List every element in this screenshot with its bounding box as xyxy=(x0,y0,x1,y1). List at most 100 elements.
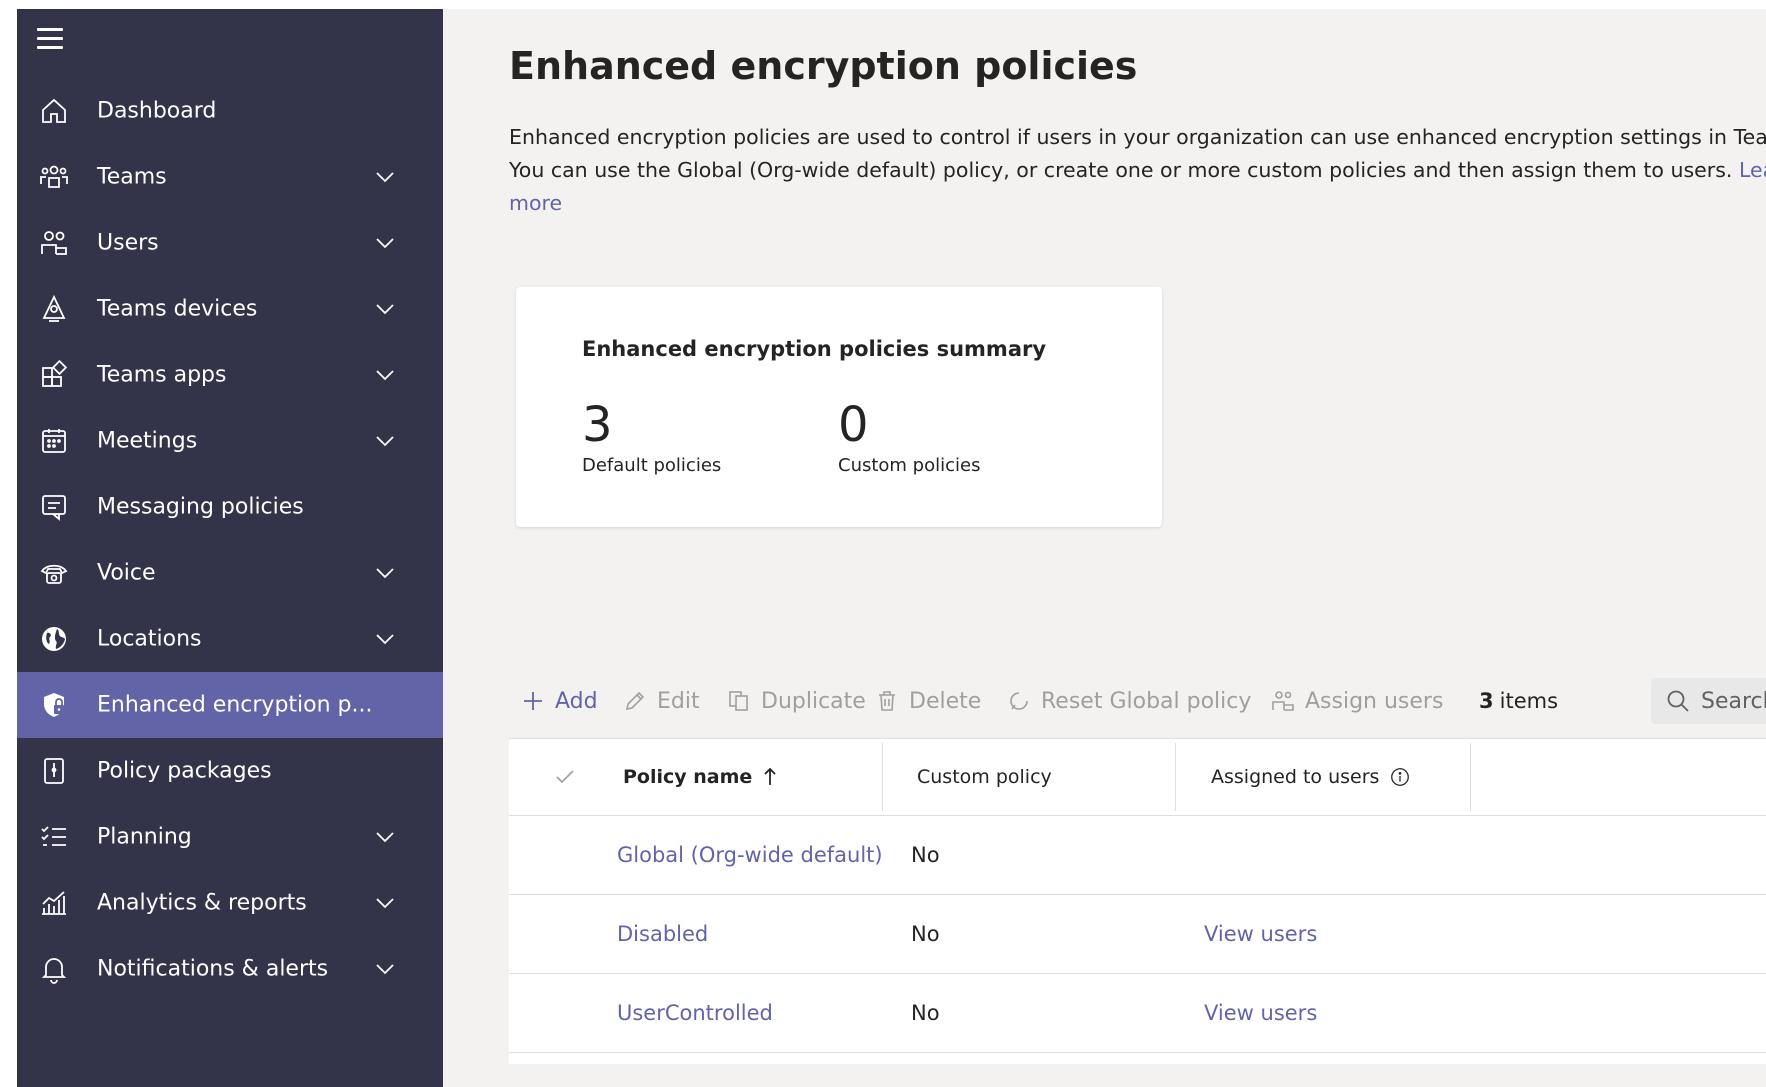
users-icon xyxy=(1272,691,1294,711)
column-divider xyxy=(1470,743,1471,811)
description-line-1: Enhanced encryption policies are used to… xyxy=(509,125,1766,149)
reset-icon xyxy=(1010,692,1028,710)
table-row[interactable]: Global (Org-wide default) No xyxy=(509,816,1766,895)
custom-policy-value: No xyxy=(911,922,940,946)
items-count-number: 3 xyxy=(1479,689,1494,713)
sidebar-item-teams-apps[interactable]: Teams apps xyxy=(17,342,443,408)
table-row[interactable]: UserControlled No View users xyxy=(509,974,1766,1053)
table-row[interactable]: Disabled No View users xyxy=(509,895,1766,974)
checklist-icon xyxy=(37,820,71,854)
select-all-checkbox[interactable] xyxy=(553,739,577,815)
reset-global-policy-button[interactable]: Reset Global policy xyxy=(1007,664,1251,738)
chevron-down-icon[interactable] xyxy=(373,429,397,453)
chevron-down-icon[interactable] xyxy=(373,297,397,321)
sidebar-item-label: Teams devices xyxy=(97,296,258,322)
search-placeholder: Search xyxy=(1701,688,1766,714)
chevron-down-icon[interactable] xyxy=(373,627,397,651)
items-count: 3 items xyxy=(1479,664,1558,738)
sidebar-item-label: Voice xyxy=(97,560,156,586)
sidebar-item-locations[interactable]: Locations xyxy=(17,606,443,672)
sidebar-item-teams[interactable]: Teams xyxy=(17,144,443,210)
description-line-2: You can use the Global (Org-wide default… xyxy=(509,154,1766,220)
policy-name-link[interactable]: Disabled xyxy=(617,895,708,973)
custom-policies-count: 0 xyxy=(838,397,869,453)
chevron-down-icon[interactable] xyxy=(373,231,397,255)
sidebar-item-label: Teams apps xyxy=(97,362,227,388)
chevron-down-icon[interactable] xyxy=(373,561,397,585)
policy-name-link[interactable]: UserControlled xyxy=(617,974,773,1052)
devices-icon xyxy=(37,292,71,326)
bell-icon xyxy=(37,952,71,986)
main-content: Enhanced encryption policies Enhanced en… xyxy=(443,9,1766,1087)
sidebar-item-label: Enhanced encryption p... xyxy=(97,692,373,718)
analytics-icon xyxy=(37,886,71,920)
policy-name-header-label: Policy name xyxy=(623,766,753,788)
duplicate-icon xyxy=(729,691,748,711)
duplicate-label: Duplicate xyxy=(761,688,866,714)
column-header-custom-policy[interactable]: Custom policy xyxy=(917,739,1052,815)
chevron-down-icon[interactable] xyxy=(373,825,397,849)
home-icon xyxy=(37,94,71,128)
table-toolbar: Add Edit Duplicate Delete Reset Global p… xyxy=(509,664,1766,739)
summary-title: Enhanced encryption policies summary xyxy=(582,337,1047,361)
plus-icon xyxy=(524,692,542,710)
default-policies-label: Default policies xyxy=(582,455,722,476)
assigned-header-label: Assigned to users xyxy=(1211,766,1380,788)
policy-name-link[interactable]: Global (Org-wide default) xyxy=(617,816,883,894)
add-label: Add xyxy=(555,688,598,714)
sidebar-item-voice[interactable]: Voice xyxy=(17,540,443,606)
globe-icon xyxy=(37,622,71,656)
sidebar-item-messaging-policies[interactable]: Messaging policies xyxy=(17,474,443,540)
info-icon[interactable] xyxy=(1389,766,1411,788)
chevron-down-icon[interactable] xyxy=(373,891,397,915)
search-input[interactable]: Search xyxy=(1651,678,1766,724)
sidebar-item-analytics[interactable]: Analytics & reports xyxy=(17,870,443,936)
sidebar-item-dashboard[interactable]: Dashboard xyxy=(17,78,443,144)
users-icon xyxy=(37,226,71,260)
sidebar-item-label: Notifications & alerts xyxy=(97,956,329,982)
sidebar-item-notifications[interactable]: Notifications & alerts xyxy=(17,936,443,1002)
apps-icon xyxy=(37,358,71,392)
pencil-icon xyxy=(625,691,645,711)
checkmark-icon xyxy=(556,770,574,784)
chevron-down-icon[interactable] xyxy=(373,363,397,387)
shield-lock-icon xyxy=(37,688,71,722)
package-icon xyxy=(37,754,71,788)
column-divider xyxy=(882,743,883,811)
column-header-policy-name[interactable]: Policy name xyxy=(623,739,780,815)
duplicate-button[interactable]: Duplicate xyxy=(727,664,866,738)
add-button[interactable]: Add xyxy=(521,664,598,738)
summary-card: Enhanced encryption policies summary 3 D… xyxy=(516,287,1162,527)
assign-users-label: Assign users xyxy=(1305,688,1444,714)
hamburger-menu-icon[interactable] xyxy=(37,23,67,53)
delete-button[interactable]: Delete xyxy=(875,664,981,738)
sidebar-item-users[interactable]: Users xyxy=(17,210,443,276)
custom-policy-value: No xyxy=(911,843,940,867)
chevron-down-icon[interactable] xyxy=(373,165,397,189)
sidebar-item-policy-packages[interactable]: Policy packages xyxy=(17,738,443,804)
sidebar-item-meetings[interactable]: Meetings xyxy=(17,408,443,474)
calendar-icon xyxy=(37,424,71,458)
sidebar-item-label: Users xyxy=(97,230,159,256)
phone-icon xyxy=(37,556,71,590)
sidebar-item-teams-devices[interactable]: Teams devices xyxy=(17,276,443,342)
sidebar: Dashboard Teams Users Teams devices Team… xyxy=(17,9,443,1087)
chevron-down-icon[interactable] xyxy=(373,957,397,981)
page-description: Enhanced encryption policies are used to… xyxy=(509,121,1766,220)
sidebar-item-label: Dashboard xyxy=(97,98,217,124)
sidebar-item-planning[interactable]: Planning xyxy=(17,804,443,870)
column-header-assigned[interactable]: Assigned to users xyxy=(1211,739,1411,815)
reset-label: Reset Global policy xyxy=(1041,688,1252,714)
message-icon xyxy=(37,490,71,524)
view-users-link[interactable]: View users xyxy=(1204,895,1317,973)
page-title: Enhanced encryption policies xyxy=(509,44,1138,88)
sidebar-item-enhanced-encryption[interactable]: Enhanced encryption p... xyxy=(17,672,443,738)
assign-users-button[interactable]: Assign users xyxy=(1271,664,1443,738)
search-icon xyxy=(1667,690,1689,712)
edit-button[interactable]: Edit xyxy=(623,664,700,738)
trash-icon xyxy=(879,691,895,711)
policies-table: Add Edit Duplicate Delete Reset Global p… xyxy=(509,664,1766,1064)
sidebar-item-label: Messaging policies xyxy=(97,494,304,520)
view-users-link[interactable]: View users xyxy=(1204,974,1317,1052)
sort-ascending-icon xyxy=(764,767,776,785)
